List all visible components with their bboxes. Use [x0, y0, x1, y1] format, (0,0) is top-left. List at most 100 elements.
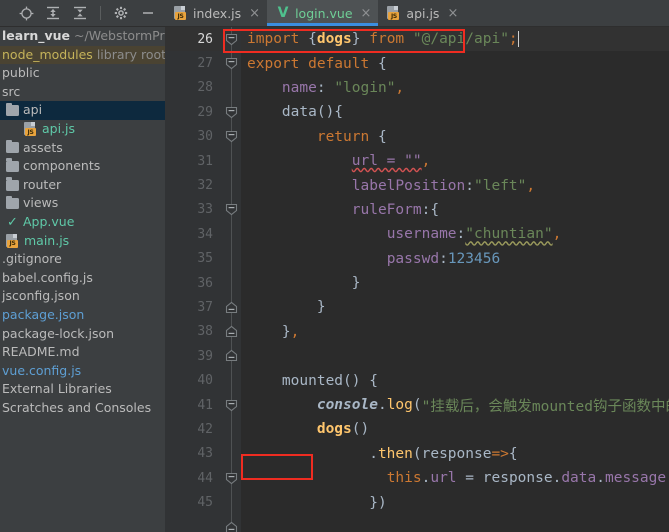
token-number-123456: 123456	[447, 250, 501, 267]
tab-close-icon[interactable]: ×	[447, 7, 458, 20]
folder-icon	[6, 102, 19, 117]
code-line-40[interactable]: mounted() {	[241, 368, 669, 392]
code-line-26[interactable]: import {dogs} from "@/api/api";	[241, 27, 669, 52]
tab-label-login-vue: login.vue	[295, 5, 353, 21]
code-line-41[interactable]: console.log("挂载后，会触发mounted钩子函数中的内容	[241, 393, 669, 417]
hide-window-icon[interactable]	[140, 5, 156, 21]
token-property-data: data	[561, 470, 597, 487]
token-dot: .	[552, 470, 562, 487]
code-line-38[interactable]: },	[241, 320, 669, 344]
token-property-labelposition: labelPosition	[351, 177, 466, 194]
project-tool-window[interactable]: learn_vue ~/WebstormProjects/learn_vue n…	[0, 27, 165, 532]
tab-api-js[interactable]: JS api.js ×	[378, 0, 466, 26]
tree-item-package-lock-json[interactable]: package-lock.json	[0, 325, 165, 344]
token-brace-close: }	[351, 275, 361, 292]
vue-file-icon: V	[277, 5, 289, 21]
line-number: 35	[197, 251, 213, 267]
tab-close-icon[interactable]: ×	[361, 7, 372, 20]
code-line-37[interactable]: }	[241, 295, 669, 319]
code-line-33[interactable]: ruleForm:{	[241, 198, 669, 222]
token-semicolon: ;	[508, 31, 518, 48]
code-line-32[interactable]: labelPosition: "left",	[241, 173, 669, 197]
tab-index-js[interactable]: JS index.js ×	[165, 0, 268, 26]
fold-marker-line-40[interactable]	[225, 399, 238, 412]
token-dot: .	[377, 397, 387, 414]
fold-marker-line-43[interactable]	[225, 472, 238, 485]
fold-marker-line-38[interactable]	[225, 349, 238, 362]
code-line-30[interactable]: return {	[241, 125, 669, 149]
tree-item-assets[interactable]: assets	[0, 139, 165, 158]
fold-marker-line-27[interactable]	[225, 57, 238, 70]
tree-suffix-library-root: library root	[96, 46, 165, 62]
settings-gear-icon[interactable]	[113, 5, 129, 21]
tree-item-gitignore[interactable]: .gitignore	[0, 250, 165, 269]
code-line-28[interactable]: name: "login",	[241, 76, 669, 100]
code-line-34[interactable]: username: "chuntian",	[241, 222, 669, 246]
fold-marker-line-30[interactable]	[225, 130, 238, 143]
tree-item-package-json[interactable]: package.json	[0, 306, 165, 325]
js-icon-badge: JS	[25, 128, 36, 137]
collapse-all-icon[interactable]	[72, 5, 88, 21]
tree-item-api-folder[interactable]: api	[0, 101, 165, 120]
code-line-44[interactable]: this. url = response. data. message	[241, 466, 669, 490]
tree-item-jsconfig[interactable]: jsconfig.json	[0, 287, 165, 306]
fold-marker-line-26[interactable]	[225, 33, 238, 46]
tree-item-vue-config[interactable]: vue.config.js	[0, 362, 165, 381]
tree-label-package-lock-json: package-lock.json	[2, 325, 115, 341]
code-line-29[interactable]: data(){	[241, 100, 669, 124]
token-string-module-path: "@/api/api"	[412, 31, 509, 48]
tree-item-project-root[interactable]: learn_vue ~/WebstormProjects/learn_vue	[0, 27, 165, 46]
code-line-45[interactable]: })	[241, 490, 669, 514]
code-line-27[interactable]: export default {	[241, 51, 669, 75]
token-property-url: url	[430, 470, 457, 487]
tree-item-main-js[interactable]: JS main.js	[0, 232, 165, 251]
fold-marker-line-37[interactable]	[225, 325, 238, 338]
js-file-icon: JS	[174, 6, 188, 20]
token-keyword-from: from	[360, 31, 413, 48]
tab-close-icon[interactable]: ×	[249, 7, 260, 20]
folding-guide-line	[231, 27, 232, 532]
line-number: 37	[197, 299, 213, 315]
tree-item-external-libraries[interactable]: External Libraries	[0, 380, 165, 399]
tree-item-src[interactable]: src	[0, 83, 165, 102]
fold-marker-line-33[interactable]	[225, 203, 238, 216]
tree-item-node-modules[interactable]: node_modules library root	[0, 45, 165, 65]
fold-marker-line-45[interactable]	[225, 521, 238, 532]
tree-item-views[interactable]: views	[0, 194, 165, 213]
line-number: 45	[197, 495, 213, 511]
fold-marker-line-29[interactable]	[225, 106, 238, 119]
code-line-39[interactable]	[241, 344, 669, 368]
tree-item-readme[interactable]: README.md	[0, 343, 165, 362]
line-number: 34	[197, 226, 213, 242]
fold-marker-line-36[interactable]	[225, 301, 238, 314]
tree-suffix-project-path: ~/WebstormProjects/learn_vue	[74, 28, 165, 44]
code-folding-gutter[interactable]	[223, 27, 241, 532]
tree-item-app-vue[interactable]: ✓ App.vue	[0, 213, 165, 232]
code-line-42[interactable]: dogs()	[241, 417, 669, 441]
code-line-35[interactable]: passwd:123456	[241, 247, 669, 271]
token-comma: ,	[526, 177, 536, 194]
tree-item-babel-config[interactable]: babel.config.js	[0, 269, 165, 288]
code-line-36[interactable]: }	[241, 271, 669, 295]
code-editor[interactable]: 26 27 28 29 30 31 32 33 34 35 36 37 38 3…	[165, 27, 669, 532]
tree-item-api-js[interactable]: JS api.js	[0, 120, 165, 139]
token-function-mounted: mounted	[281, 372, 344, 389]
code-line-43[interactable]: . then(response =>{	[241, 442, 669, 466]
line-number: 38	[197, 324, 213, 340]
locate-target-icon[interactable]	[18, 5, 34, 21]
tree-item-components[interactable]: components	[0, 157, 165, 176]
line-number: 30	[197, 129, 213, 145]
js-icon-badge: JS	[175, 12, 186, 20]
code-text-area[interactable]: import {dogs} from "@/api/api"; export d…	[241, 27, 669, 532]
tree-item-router[interactable]: router	[0, 176, 165, 195]
expand-all-icon[interactable]	[45, 5, 61, 21]
code-line-31[interactable]: url = "",	[241, 149, 669, 173]
tree-label-package-json: package.json	[2, 306, 85, 322]
tab-login-vue[interactable]: V login.vue ×	[267, 0, 379, 26]
tree-item-scratches-consoles[interactable]: Scratches and Consoles	[0, 399, 165, 418]
tree-item-public[interactable]: public	[0, 64, 165, 83]
